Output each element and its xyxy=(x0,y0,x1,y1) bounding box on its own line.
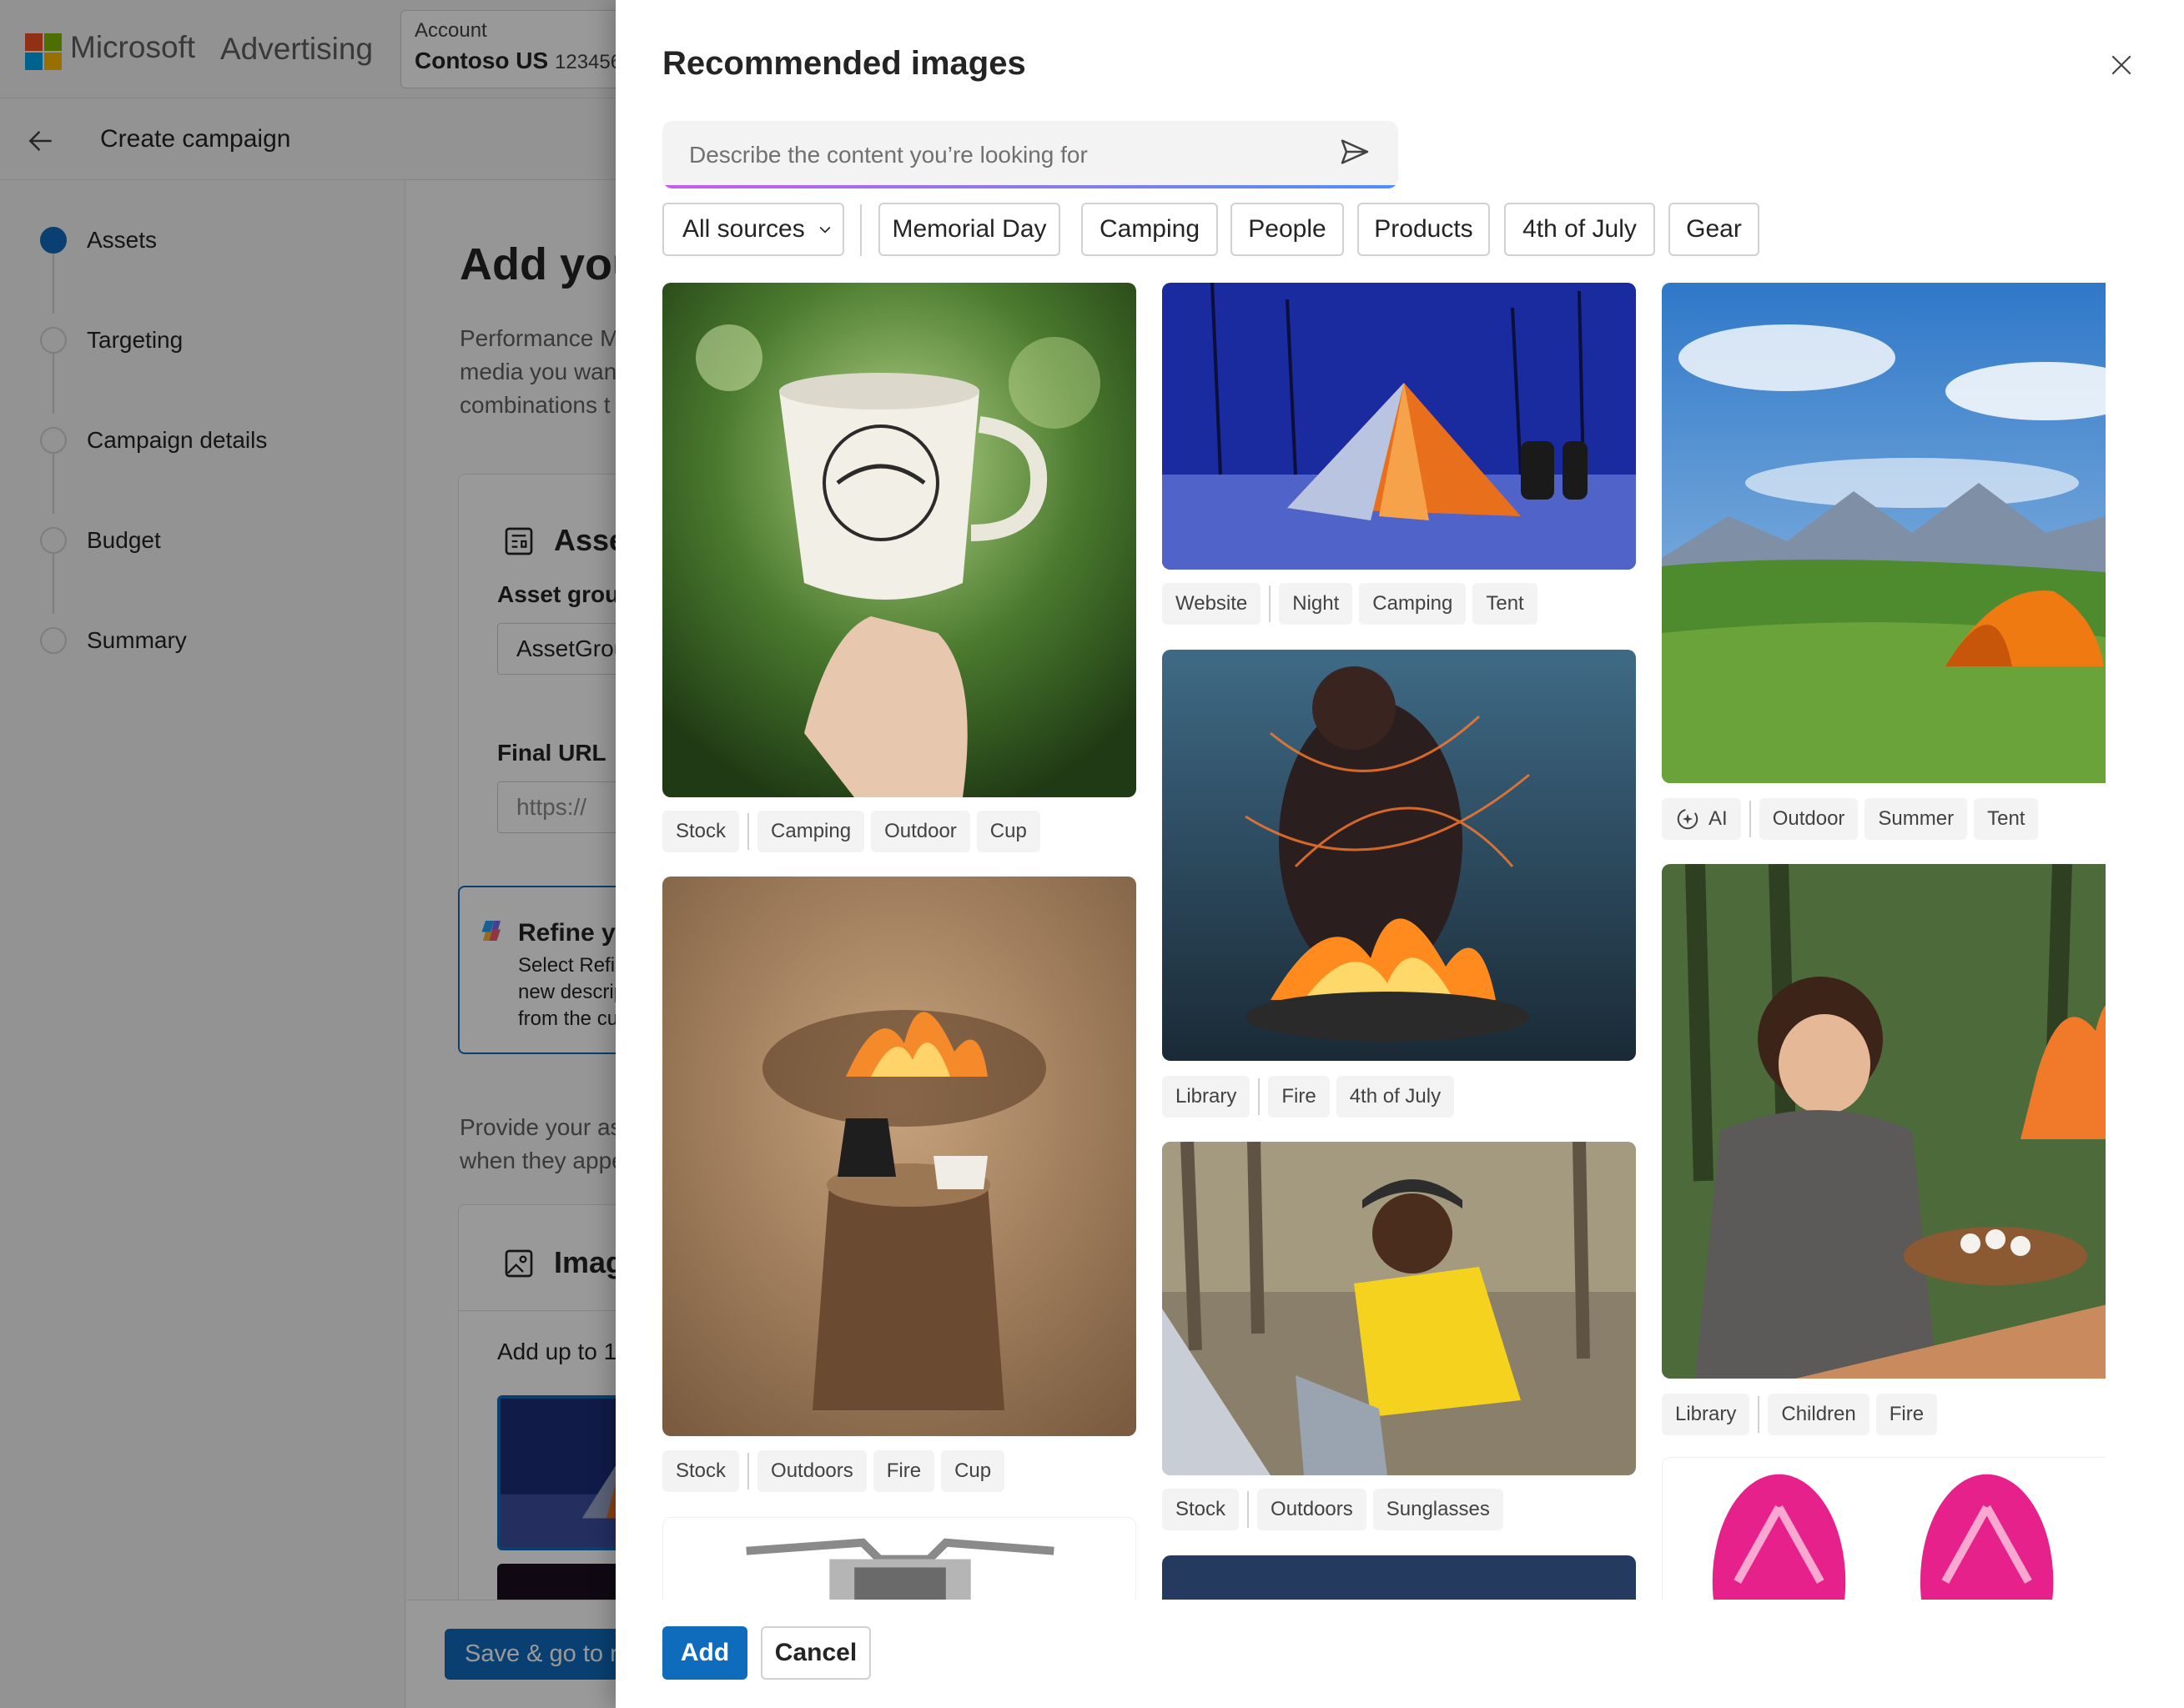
tag-source: Stock xyxy=(662,1450,740,1492)
tag-source: Stock xyxy=(662,811,740,852)
tag-divider xyxy=(1758,1396,1760,1433)
image-tags-girl-marshmallows: Library Children Fire xyxy=(1662,1394,1944,1435)
add-button[interactable]: Add xyxy=(662,1626,747,1680)
chip-divider xyxy=(860,204,862,256)
tag: Night xyxy=(1279,583,1353,625)
tag-source: Website xyxy=(1162,583,1261,625)
image-card-happy-camper-mug[interactable] xyxy=(662,283,1136,797)
tag: Outdoor xyxy=(1759,798,1859,840)
tag: Fire xyxy=(1268,1076,1330,1118)
tag: Tent xyxy=(1472,583,1537,625)
tag: Cup xyxy=(976,811,1040,852)
tag: Sunglasses xyxy=(1372,1489,1503,1530)
chip-memorial-day[interactable]: Memorial Day xyxy=(878,203,1060,256)
tag-divider xyxy=(1269,585,1271,622)
tag: Children xyxy=(1768,1394,1869,1435)
image-card-campfire-coffee-stump[interactable] xyxy=(662,877,1136,1436)
tag: Tent xyxy=(1974,798,2039,840)
close-button[interactable] xyxy=(2105,48,2138,82)
tag-divider xyxy=(747,1453,750,1489)
tag-source: Library xyxy=(1662,1394,1750,1435)
chip-products[interactable]: Products xyxy=(1357,203,1490,256)
panel-footer: Add Cancel xyxy=(616,1600,2184,1708)
image-tags-happy-camper-mug: Stock Camping Outdoor Cup xyxy=(662,811,1047,852)
tag: Summer xyxy=(1864,798,1968,840)
image-tags-campfire-coffee-stump: Stock Outdoors Fire Cup xyxy=(662,1450,1011,1492)
chip-people[interactable]: People xyxy=(1230,203,1344,256)
tag-divider xyxy=(747,813,750,850)
image-tags-mountain-tent: AI Outdoor Summer Tent xyxy=(1662,798,2045,840)
image-card-pink-flip-flops[interactable] xyxy=(1662,1457,2106,1600)
send-icon[interactable] xyxy=(1338,135,1371,168)
tag: 4th of July xyxy=(1336,1076,1455,1118)
recommended-images-panel: Recommended images All sources Memorial … xyxy=(616,0,2184,1708)
image-card-night-tent-snow[interactable] xyxy=(1162,283,1636,570)
chip-camping[interactable]: Camping xyxy=(1081,203,1218,256)
panel-title: Recommended images xyxy=(662,45,1026,82)
image-tags-fire-sparks-person: Library Fire 4th of July xyxy=(1162,1076,1461,1118)
tag: Outdoor xyxy=(871,811,970,852)
image-tags-man-yellow-shirt-tent: Stock Outdoors Sunglasses xyxy=(1162,1489,1510,1530)
tag-source: Stock xyxy=(1162,1489,1240,1530)
tag-source: Library xyxy=(1162,1076,1251,1118)
search-box xyxy=(662,121,1398,188)
chip-4th-of-july[interactable]: 4th of July xyxy=(1504,203,1655,256)
tag-divider xyxy=(1258,1078,1261,1115)
tag: Fire xyxy=(873,1450,935,1492)
search-input[interactable] xyxy=(662,121,1398,188)
cancel-button[interactable]: Cancel xyxy=(761,1626,871,1680)
image-card-night-sky[interactable] xyxy=(1162,1555,1636,1600)
sources-dropdown[interactable]: All sources xyxy=(662,203,844,256)
close-icon xyxy=(2111,55,2131,75)
ai-sparkle-icon xyxy=(1677,808,1698,830)
sources-dropdown-value: All sources xyxy=(682,215,805,243)
tag-divider xyxy=(1247,1491,1250,1528)
tag: Camping xyxy=(1359,583,1467,625)
image-grid: Stock Camping Outdoor Cup Stock Outdoors… xyxy=(662,283,2106,1600)
image-card-man-yellow-shirt-tent[interactable] xyxy=(1162,1142,1636,1475)
image-card-fire-sparks-person[interactable] xyxy=(1162,650,1636,1061)
tag: Outdoors xyxy=(1257,1489,1366,1530)
image-card-mountain-tent[interactable] xyxy=(1662,283,2106,783)
tag: Fire xyxy=(1875,1394,1938,1435)
image-card-girl-marshmallows[interactable] xyxy=(1662,864,2106,1379)
tag-source: AI xyxy=(1662,798,1741,840)
tag: Camping xyxy=(757,811,865,852)
tag: Cup xyxy=(941,1450,1005,1492)
chevron-down-icon xyxy=(819,226,831,234)
tag-divider xyxy=(1749,801,1751,837)
tag: Outdoors xyxy=(757,1450,867,1492)
image-card-camping-stove[interactable] xyxy=(662,1517,1136,1600)
tag-source-label: AI xyxy=(1708,807,1728,830)
chip-gear[interactable]: Gear xyxy=(1668,203,1759,256)
image-tags-night-tent-snow: Website Night Camping Tent xyxy=(1162,583,1544,625)
